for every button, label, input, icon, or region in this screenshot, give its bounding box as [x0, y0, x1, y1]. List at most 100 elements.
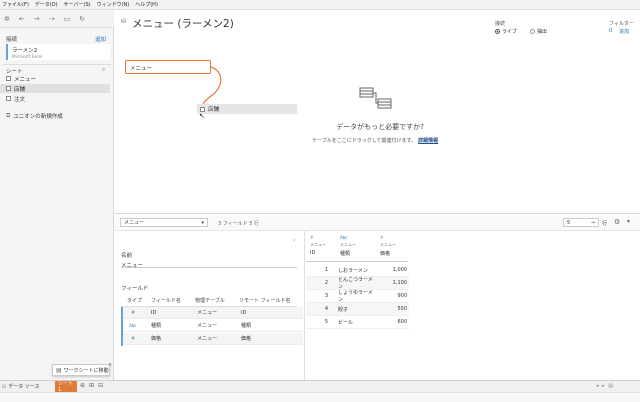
extract-label: 抽出 — [537, 29, 548, 35]
cell-id: 3 — [324, 293, 328, 299]
col-physical-table[interactable]: 物理テーブル — [191, 297, 235, 304]
col-remote-field[interactable]: リモート フィールド名 — [235, 297, 297, 304]
name-input[interactable]: メニュー — [121, 259, 297, 269]
table-row[interactable]: 3 しょうゆラーメン 900 — [306, 290, 409, 303]
menu-help[interactable]: ヘルプ(H) — [135, 1, 158, 8]
extract-radio[interactable]: 抽出 — [530, 28, 547, 35]
datasource-icon: ⛁ — [2, 383, 7, 390]
navigation-arrows-icon[interactable]: ◂ ▸ ▤ — [596, 383, 614, 389]
fields-label: フィールド — [121, 286, 149, 292]
table-icon — [200, 106, 205, 112]
col-type-icon: # — [310, 235, 314, 240]
new-story-icon[interactable]: ⊟ — [98, 382, 103, 389]
tableau-logo-icon[interactable]: ✲ — [4, 15, 10, 23]
filter-add-link[interactable]: 追加 — [619, 28, 629, 35]
connection-type: Microsoft Excel — [12, 54, 43, 59]
filter-count: 0 — [609, 28, 613, 34]
table-row[interactable]: 5 ビール 600 — [306, 316, 409, 329]
close-icon[interactable]: × — [108, 362, 112, 368]
col-source: メニュー — [340, 242, 356, 247]
field-name: ID — [151, 309, 157, 316]
grid-col-id[interactable]: ID — [310, 250, 336, 256]
save-icon[interactable]: ▭ — [64, 15, 71, 23]
dragging-table-label: 店舗 — [208, 107, 220, 113]
menu-server[interactable]: サーバー(S) — [64, 1, 91, 8]
gear-icon[interactable]: ⚙ — [614, 218, 620, 226]
live-radio[interactable]: ライブ — [495, 28, 517, 35]
sheet-item-order[interactable]: 注文 — [0, 94, 110, 103]
refresh-icon[interactable]: ↻ — [79, 15, 85, 23]
forward-icon[interactable]: → — [34, 15, 40, 23]
cell-kind: しょうゆラーメン — [338, 290, 373, 303]
cell-price: 1,000 — [392, 267, 407, 273]
cell-kind: ビール — [338, 319, 354, 326]
tab-datasource[interactable]: ⛁ データ ソース — [2, 382, 40, 391]
menu-window[interactable]: ウィンドウ(N) — [97, 1, 130, 8]
related-tables-illustration-icon — [359, 87, 392, 109]
col-source: メニュー — [380, 242, 396, 247]
remote-field: ID — [241, 309, 247, 316]
details-link[interactable]: 詳細情報 — [418, 137, 438, 144]
new-union-item[interactable]: ⧉ ユニオンの新規作成 — [0, 111, 110, 120]
menu-file[interactable]: ファイル(F) — [2, 1, 29, 8]
union-icon: ⧉ — [6, 111, 11, 119]
collapse-chevron-icon[interactable]: ‹ — [293, 237, 295, 244]
number-icon: # — [131, 335, 136, 342]
connections-title: 接続 — [6, 37, 18, 43]
cursor-icon: ↖ — [199, 112, 205, 120]
menu-data[interactable]: データ(D) — [35, 1, 58, 8]
need-more-data-heading: データがもっと必要ですか? — [336, 123, 424, 131]
add-connection-link[interactable]: 追加 — [95, 35, 106, 43]
rows-label: 行 — [602, 221, 608, 227]
grid-col-kind[interactable]: 種類 — [340, 250, 380, 257]
new-dashboard-icon[interactable]: ⊞ — [89, 382, 94, 389]
radio-unchecked-icon — [530, 29, 535, 34]
col-source: メニュー — [310, 242, 326, 247]
search-icon[interactable]: ⌕ — [102, 66, 105, 74]
chevron-down-icon[interactable]: ▾ — [627, 218, 630, 225]
sheet-item-menu[interactable]: メニュー — [0, 74, 110, 83]
page-title[interactable]: メニュー (ラーメン2) — [132, 16, 234, 31]
col-type[interactable]: タイプ — [121, 297, 145, 304]
connection-item[interactable]: ラーメン2 Microsoft Excel — [6, 44, 110, 60]
bottom-bar — [0, 392, 640, 402]
col-field-name[interactable]: フィールド名 — [145, 297, 191, 304]
col-type-icon: # — [380, 235, 384, 240]
field-row[interactable]: # 価格 メニュー 価格 — [123, 333, 303, 345]
back-icon[interactable]: ← — [19, 15, 25, 23]
field-row[interactable]: Abc 種類 メニュー 種類 — [123, 320, 303, 332]
remote-field: 種類 — [241, 323, 252, 329]
sheet-label: 店舗 — [14, 86, 26, 93]
cell-price: 600 — [397, 319, 407, 325]
datasource-tab-label: データ ソース — [8, 384, 40, 390]
table-box-store-dragging[interactable]: 店舗 — [197, 104, 297, 114]
new-union-label: ユニオンの新規作成 — [13, 113, 63, 120]
cell-price: 1,100 — [392, 280, 407, 286]
connection-label: 接続 — [495, 21, 506, 27]
sheet-item-store[interactable]: 店舗 — [0, 84, 110, 93]
field-count: 3 フィールド 5 行 — [218, 221, 260, 227]
goto-worksheet-button[interactable]: ▤ ワークシートに移動 — [52, 364, 110, 376]
remote-field: 価格 — [241, 336, 252, 342]
live-label: ライブ — [502, 29, 518, 35]
grid-col-price[interactable]: 価格 — [380, 250, 408, 257]
physical-table: メニュー — [197, 323, 218, 329]
table-select-dropdown[interactable]: メニュー ▾ — [120, 218, 208, 227]
physical-table: メニュー — [197, 310, 218, 316]
rows-input[interactable]: 5 → — [563, 218, 599, 227]
new-worksheet-icon[interactable]: ⊕ — [80, 382, 85, 389]
cell-price: 550 — [397, 306, 407, 312]
tab-sheet1[interactable]: シート 1 — [55, 381, 77, 393]
field-row[interactable]: # ID メニュー ID — [123, 307, 303, 319]
number-icon: # — [131, 309, 136, 316]
cell-price: 900 — [397, 293, 407, 299]
toolbar: ✲ ← → ⇢ ▭ ↻ — [0, 10, 114, 28]
table-icon — [6, 86, 11, 91]
cell-id: 1 — [324, 267, 328, 273]
table-row[interactable]: 4 餃子 550 — [306, 303, 409, 316]
grid-header: # メニュー ID Abc メニュー 種類 # メニュー 価格 — [306, 232, 408, 262]
string-icon: Abc — [129, 323, 137, 328]
cell-id: 4 — [324, 306, 328, 312]
redo-icon[interactable]: ⇢ — [49, 15, 55, 23]
sheet-tab-bar — [0, 380, 640, 392]
